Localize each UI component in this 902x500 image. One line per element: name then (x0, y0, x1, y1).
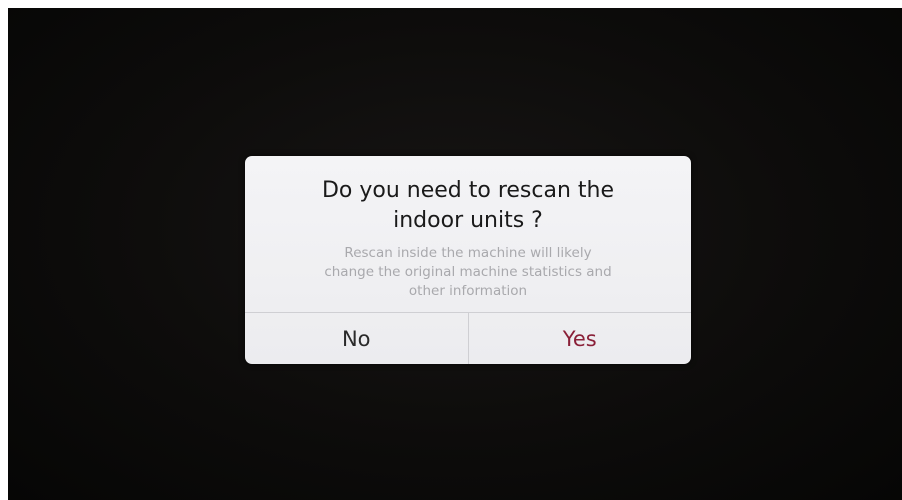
yes-button[interactable]: Yes (469, 313, 692, 364)
dialog-button-row: No Yes (245, 312, 691, 364)
dialog-title: Do you need to rescan the indoor units ? (321, 178, 615, 233)
dialog-message: Rescan inside the machine will likely ch… (324, 245, 612, 299)
no-button[interactable]: No (245, 313, 469, 364)
screen-background: Do you need to rescan the indoor units ?… (8, 8, 902, 500)
rescan-confirm-dialog: Do you need to rescan the indoor units ?… (245, 156, 691, 364)
